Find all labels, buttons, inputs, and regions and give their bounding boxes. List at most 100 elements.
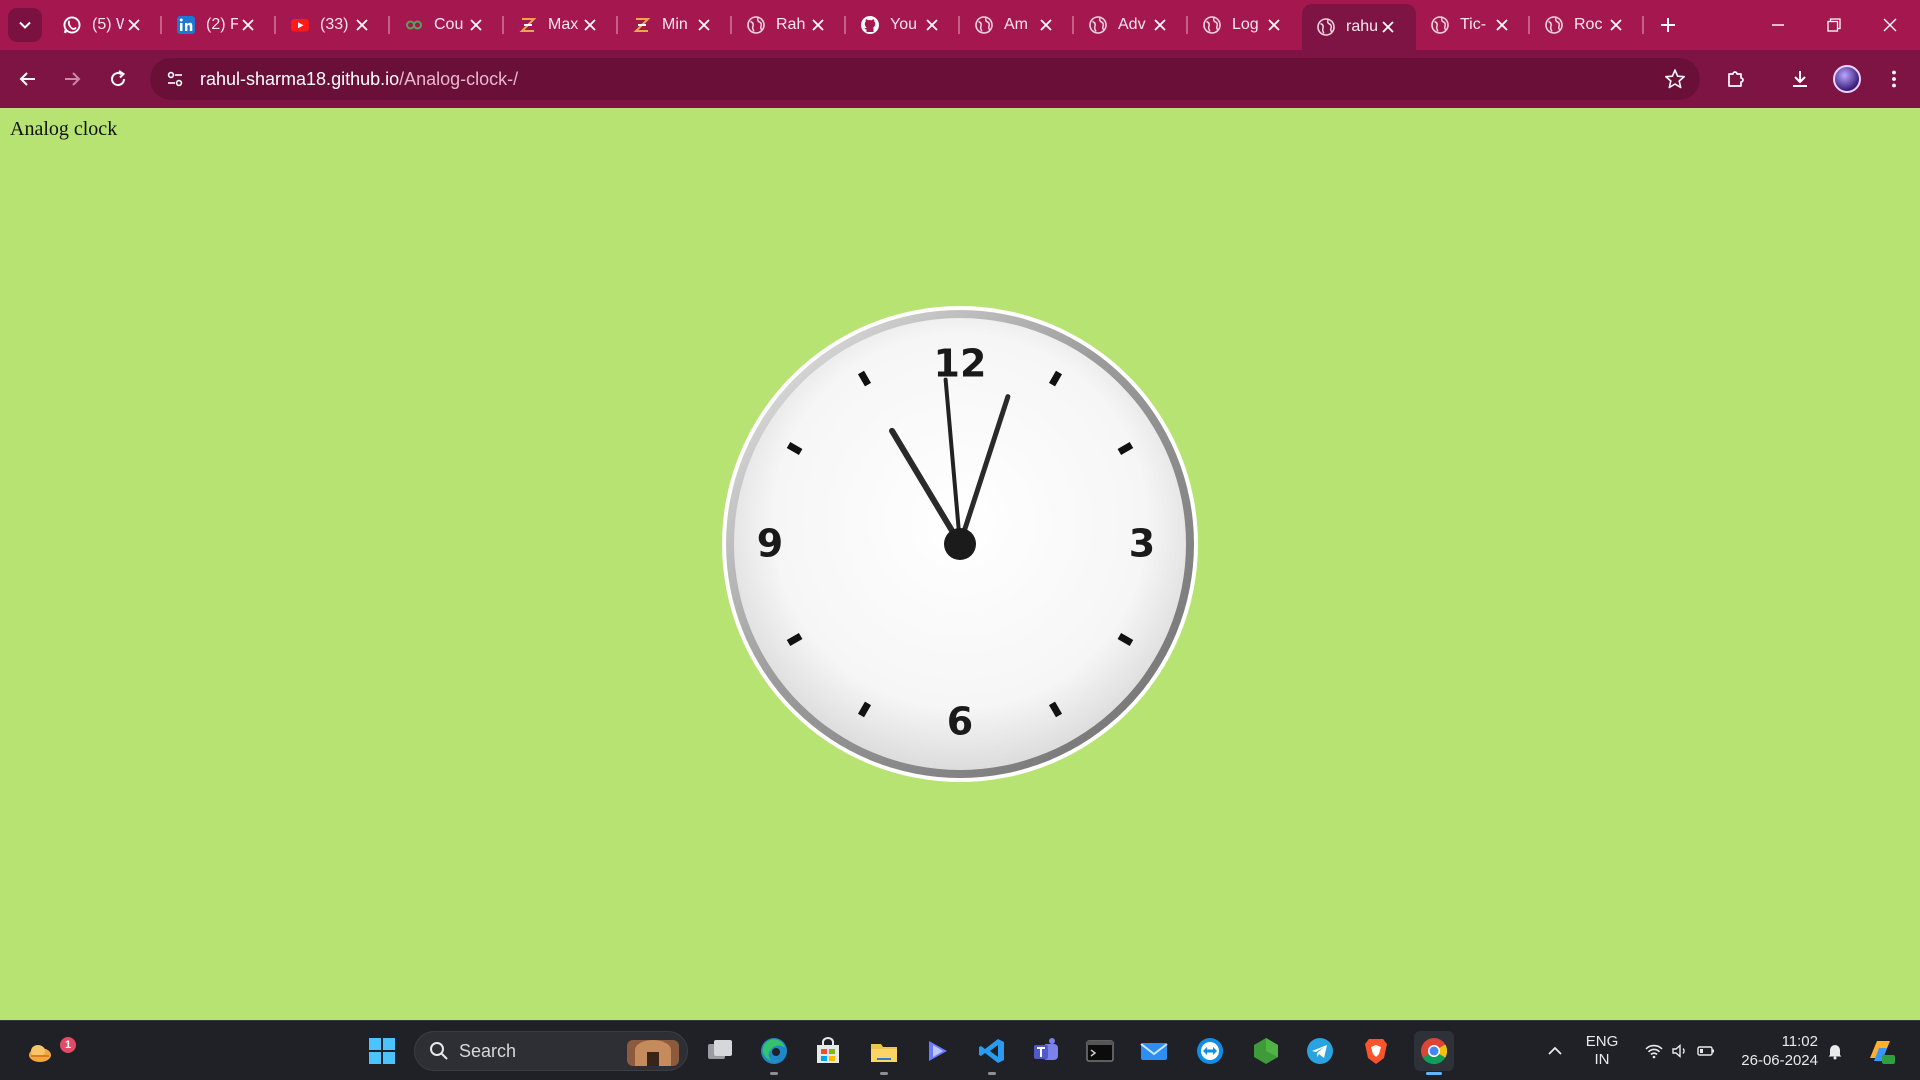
clock-center-pin: [944, 528, 976, 560]
browser-menu-button[interactable]: [1874, 59, 1914, 99]
tune-icon: [167, 71, 183, 87]
mail-button[interactable]: [1134, 1031, 1174, 1071]
copilot-pre-icon: [1870, 1041, 1895, 1064]
forward-button[interactable]: [52, 59, 92, 99]
back-button[interactable]: [8, 59, 48, 99]
tab-3[interactable]: (33): [276, 0, 390, 50]
system-clock[interactable]: 11:02 26-06-2024: [1732, 1021, 1818, 1080]
tab-13[interactable]: Tic-: [1416, 0, 1530, 50]
globe-icon: [1202, 15, 1222, 35]
url-text[interactable]: rahul-sharma18.github.io/Analog-clock-/: [200, 69, 518, 90]
telegram-button[interactable]: [1300, 1031, 1340, 1071]
tab-search-button[interactable]: [8, 8, 42, 42]
restore-button[interactable]: [1806, 0, 1862, 50]
tab-close-button[interactable]: [1378, 17, 1398, 37]
store-icon: [817, 1037, 839, 1063]
tab-12[interactable]: rahu: [1302, 4, 1416, 50]
show-hidden-icons-button[interactable]: [1540, 1021, 1570, 1080]
language-code: ENG: [1585, 1033, 1619, 1050]
nodejs-button[interactable]: [1246, 1031, 1286, 1071]
telegram-icon: [1307, 1038, 1333, 1064]
copilot-preview-button[interactable]: [1858, 1021, 1902, 1080]
arrow-right-icon: [65, 72, 81, 86]
bookmark-button[interactable]: [1660, 64, 1690, 94]
language-indicator[interactable]: ENG IN: [1576, 1021, 1628, 1080]
minimize-button[interactable]: [1750, 0, 1806, 50]
task-view-button[interactable]: [700, 1031, 740, 1071]
reload-button[interactable]: [98, 59, 138, 99]
windows-logo-icon: [369, 1038, 395, 1064]
taskbar-search[interactable]: Search: [414, 1031, 688, 1071]
tab-close-button[interactable]: [694, 15, 714, 35]
tab-8[interactable]: You: [846, 0, 960, 50]
tab-strip: (5) W (2) F (33) Cou Max Min Rah You Am Adv Log rah…: [0, 0, 1920, 50]
url-path: /Analog-clock-/: [399, 68, 519, 89]
widgets-button[interactable]: 1: [20, 1031, 76, 1071]
notifications-button[interactable]: [1822, 1021, 1848, 1080]
edge-button[interactable]: [754, 1031, 794, 1075]
profile-button[interactable]: [1827, 59, 1867, 99]
tab-close-button[interactable]: [808, 15, 828, 35]
chrome-button[interactable]: [1414, 1031, 1454, 1075]
close-icon: [1610, 19, 1622, 31]
tab-2[interactable]: (2) F: [162, 0, 276, 50]
linkedin-icon: [176, 15, 196, 35]
reload-icon: [111, 70, 126, 87]
tab-9[interactable]: Am: [960, 0, 1074, 50]
tab-close-button[interactable]: [124, 15, 144, 35]
tab-1[interactable]: (5) W: [48, 0, 162, 50]
teams-button[interactable]: [1026, 1031, 1066, 1071]
tab-close-button[interactable]: [1606, 15, 1626, 35]
tab-title: (5) W: [92, 16, 124, 33]
tab-14[interactable]: Roc: [1530, 0, 1644, 50]
teams-icon: [1034, 1038, 1058, 1060]
analog-clock: 12 3 6 9: [722, 306, 1198, 782]
address-bar[interactable]: rahul-sharma18.github.io/Analog-clock-/: [150, 58, 1700, 100]
tab-close-button[interactable]: [1264, 15, 1284, 35]
tab-10[interactable]: Adv: [1074, 0, 1188, 50]
close-icon: [698, 19, 710, 31]
microsoft-store-button[interactable]: [808, 1031, 848, 1071]
brave-button[interactable]: [1356, 1031, 1396, 1071]
system-date: 26-06-2024: [1741, 1052, 1818, 1069]
tab-4[interactable]: Cou: [390, 0, 504, 50]
downloads-button[interactable]: [1780, 59, 1820, 99]
new-tab-button[interactable]: [1650, 7, 1686, 43]
tab-close-button[interactable]: [1492, 15, 1512, 35]
tab-close-button[interactable]: [238, 15, 258, 35]
close-icon: [926, 19, 938, 31]
notification-badge: 1: [60, 1037, 76, 1053]
start-button[interactable]: [362, 1031, 402, 1071]
copilot-icon: [929, 1041, 947, 1061]
search-label: Search: [459, 1040, 517, 1061]
terminal-button[interactable]: [1080, 1031, 1120, 1071]
copilot-button[interactable]: [918, 1031, 958, 1071]
file-explorer-button[interactable]: [864, 1031, 904, 1075]
tab-11[interactable]: Log: [1188, 0, 1302, 50]
wifi-icon: [1645, 1044, 1663, 1059]
brand-logo-icon: [632, 15, 652, 35]
star-icon: [1665, 69, 1685, 89]
minimize-icon: [1772, 24, 1784, 26]
vscode-button[interactable]: [972, 1031, 1012, 1075]
close-window-button[interactable]: [1862, 0, 1918, 50]
tab-close-button[interactable]: [466, 15, 486, 35]
tab-close-button[interactable]: [1150, 15, 1170, 35]
quick-settings-button[interactable]: [1632, 1021, 1728, 1080]
youtube-icon: [290, 15, 310, 35]
tab-close-button[interactable]: [922, 15, 942, 35]
teamviewer-button[interactable]: [1190, 1031, 1230, 1071]
tab-5[interactable]: Max: [504, 0, 618, 50]
tab-6[interactable]: Min: [618, 0, 732, 50]
extensions-button[interactable]: [1716, 59, 1756, 99]
page-title: Analog clock: [10, 118, 118, 140]
url-host: rahul-sharma18.github.io: [200, 68, 400, 89]
site-info-button[interactable]: [154, 58, 196, 100]
tab-7[interactable]: Rah: [732, 0, 846, 50]
tab-close-button[interactable]: [1036, 15, 1056, 35]
tab-close-button[interactable]: [580, 15, 600, 35]
close-icon: [1496, 19, 1508, 31]
vscode-icon: [979, 1039, 1004, 1063]
tab-close-button[interactable]: [352, 15, 372, 35]
plus-icon: [1661, 18, 1675, 32]
